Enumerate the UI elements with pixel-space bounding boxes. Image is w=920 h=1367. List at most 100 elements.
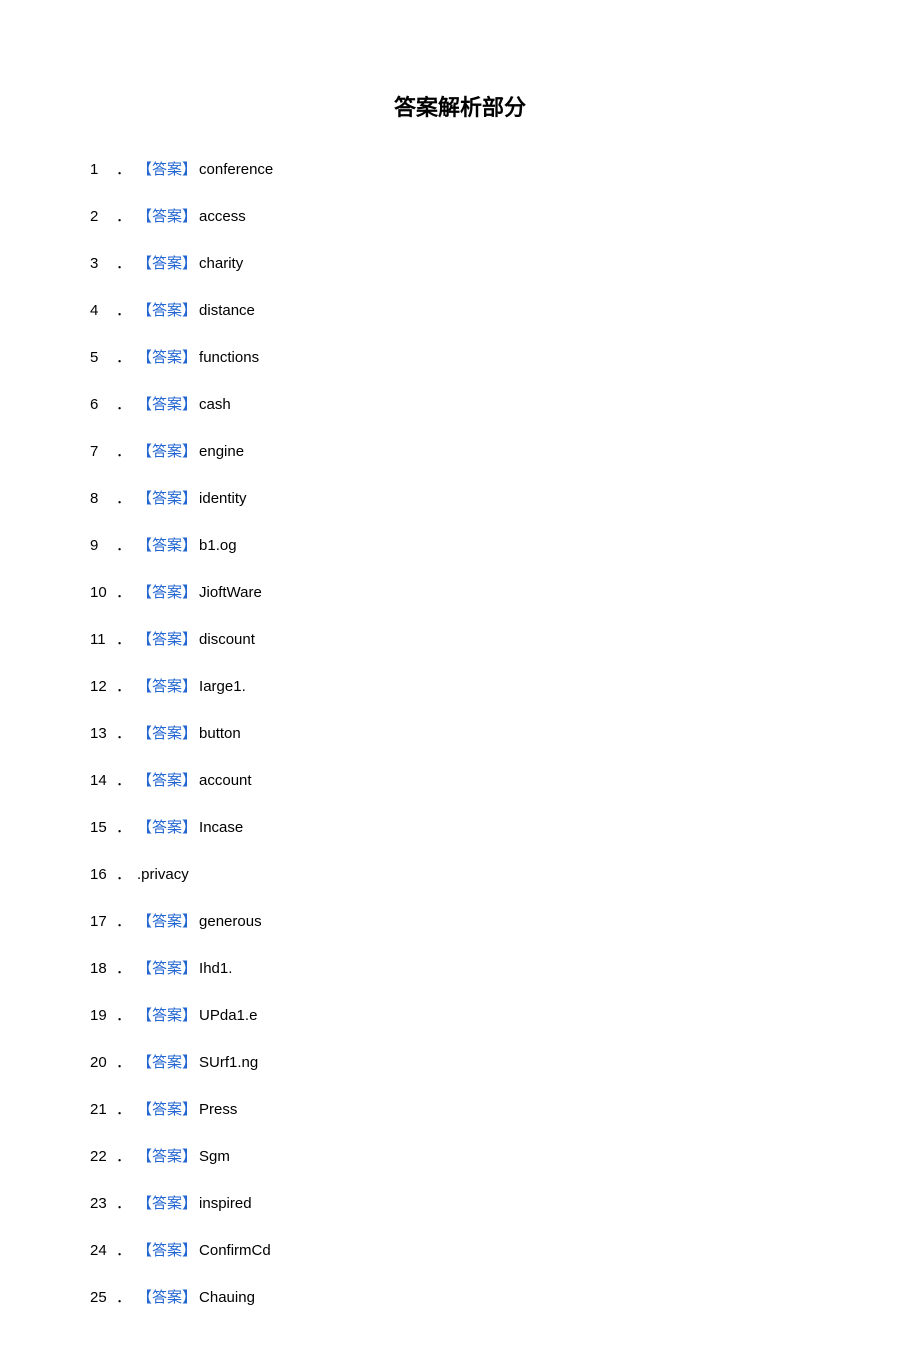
answer-tag: 【答案】 (137, 722, 197, 743)
answer-number: 14 (90, 772, 114, 789)
answer-number: 3 (90, 255, 114, 272)
answer-row: 5．【答案】functions (90, 346, 830, 367)
answer-value: charity (199, 255, 243, 272)
answer-row: 10． 【答案】JioftWare (90, 581, 830, 602)
answer-tag: 【答案】 (137, 910, 197, 931)
answer-row: 12．【答案】Iarge1. (90, 675, 830, 696)
answer-row: 2．【答案】access (90, 205, 830, 226)
answer-tag: 【答案】 (137, 1239, 197, 1260)
answer-value: cash (199, 396, 231, 413)
page-title: 答案解析部分 (90, 90, 830, 122)
answer-tag: 【答案】 (137, 205, 197, 226)
answer-row: 17． 【答案】generous (90, 910, 830, 931)
separator-dot: ． (116, 816, 131, 837)
answer-number: 16 (90, 866, 114, 883)
answer-tag: 【答案】 (137, 534, 197, 555)
answer-value: engine (199, 443, 244, 460)
answer-number: 24 (90, 1242, 114, 1259)
answer-number: 8 (90, 490, 114, 507)
answer-number: 1 (90, 161, 114, 178)
answer-row: 4．【答案】distance (90, 299, 830, 320)
answer-number: 12 (90, 678, 114, 695)
separator-dot: ． (116, 1239, 131, 1260)
answer-tag: 【答案】 (137, 1051, 197, 1072)
answer-number: 23 (90, 1195, 114, 1212)
answer-value: b1.og (199, 537, 237, 554)
answer-number: 17 (90, 913, 114, 930)
answer-row: 20．【答案】SUrf1.ng (90, 1051, 830, 1072)
answer-tag: 【答案】 (137, 487, 197, 508)
answer-value: functions (199, 349, 259, 366)
answer-tag: 【答案】 (137, 299, 197, 320)
answer-number: 13 (90, 725, 114, 742)
separator-dot: ． (116, 393, 131, 414)
answer-tag: 【答案】 (137, 252, 197, 273)
answer-number: 6 (90, 396, 114, 413)
separator-dot: ． (116, 581, 131, 602)
answer-row: 16． .privacy (90, 863, 830, 884)
separator-dot: ． (116, 675, 131, 696)
answer-tag: 【答案】 (137, 581, 197, 602)
answer-value: inspired (199, 1195, 252, 1212)
answer-row: 6．【答案】cash (90, 393, 830, 414)
answer-row: 1．【答案】conference (90, 158, 830, 179)
answer-tag: 【答案】 (137, 440, 197, 461)
answer-value: SUrf1.ng (199, 1054, 258, 1071)
answer-row: 9． 【答案】b1.og (90, 534, 830, 555)
separator-dot: ． (116, 910, 131, 931)
answer-value: Press (199, 1101, 237, 1118)
answer-row: 18．【答案】Ihd1. (90, 957, 830, 978)
separator-dot: ． (116, 1051, 131, 1072)
answer-value: Ihd1. (199, 960, 232, 977)
answer-number: 10 (90, 584, 114, 601)
separator-dot: ． (116, 534, 131, 555)
answer-list: 1．【答案】conference2．【答案】access3．【答案】charit… (90, 158, 830, 1307)
answer-value: JioftWare (199, 584, 262, 601)
separator-dot: ． (116, 1145, 131, 1166)
answer-row: 3． 【答案】charity (90, 252, 830, 273)
answer-tag: 【答案】 (137, 1192, 197, 1213)
answer-value: .privacy (137, 866, 189, 883)
answer-tag: 【答案】 (137, 158, 197, 179)
answer-value: Incase (199, 819, 243, 836)
answer-row: 13． 【答案】button (90, 722, 830, 743)
answer-row: 21．【答案】Press (90, 1098, 830, 1119)
answer-tag: 【答案】 (137, 816, 197, 837)
answer-row: 8．【答案】identity (90, 487, 830, 508)
answer-number: 11 (90, 631, 114, 648)
answer-value: button (199, 725, 241, 742)
answer-value: generous (199, 913, 262, 930)
separator-dot: ． (116, 487, 131, 508)
separator-dot: ． (116, 957, 131, 978)
answer-value: Sgm (199, 1148, 230, 1165)
answer-number: 21 (90, 1101, 114, 1118)
separator-dot: ． (116, 863, 131, 884)
separator-dot: ． (116, 252, 131, 273)
document-page: 答案解析部分 1．【答案】conference2．【答案】access3．【答案… (0, 0, 920, 1367)
answer-row: 23．【答案】inspired (90, 1192, 830, 1213)
answer-row: 7． 【答案】engine (90, 440, 830, 461)
answer-number: 15 (90, 819, 114, 836)
answer-value: account (199, 772, 252, 789)
answer-number: 9 (90, 537, 114, 554)
answer-number: 7 (90, 443, 114, 460)
answer-number: 25 (90, 1289, 114, 1306)
separator-dot: ． (116, 205, 131, 226)
answer-tag: 【答案】 (137, 675, 197, 696)
answer-row: 14．【答案】account (90, 769, 830, 790)
separator-dot: ． (116, 628, 131, 649)
separator-dot: ． (116, 722, 131, 743)
answer-tag: 【答案】 (137, 1098, 197, 1119)
answer-value: ConfirmCd (199, 1242, 271, 1259)
answer-value: distance (199, 302, 255, 319)
answer-row: 15． 【答案】Incase (90, 816, 830, 837)
answer-number: 19 (90, 1007, 114, 1024)
answer-row: 19．【答案】UPda1.e (90, 1004, 830, 1025)
answer-value: discount (199, 631, 255, 648)
answer-tag: 【答案】 (137, 769, 197, 790)
answer-number: 5 (90, 349, 114, 366)
answer-row: 22．【答案】Sgm (90, 1145, 830, 1166)
answer-number: 4 (90, 302, 114, 319)
separator-dot: ． (116, 440, 131, 461)
answer-row: 24． 【答案】ConfirmCd (90, 1239, 830, 1260)
